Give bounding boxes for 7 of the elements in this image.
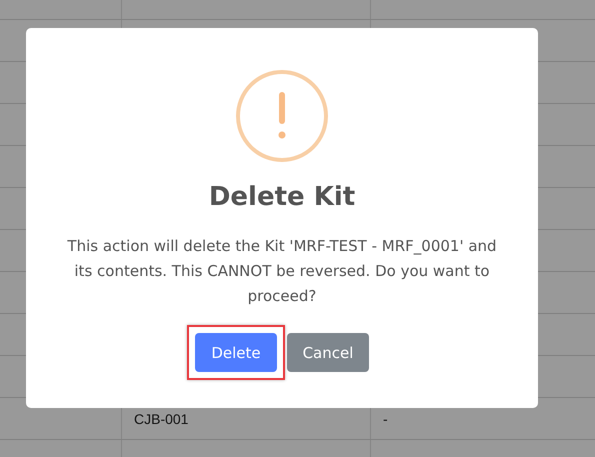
table-cell: - — [383, 410, 388, 426]
table-cell: CJB-001 — [134, 410, 188, 426]
exclamation-icon — [236, 70, 328, 162]
dialog-message: This action will delete the Kit 'MRF-TEST - MRF_0001' and its contents. This CANNOT be reversed. Do you want to proceed? — [66, 236, 498, 307]
cancel-button[interactable]: Cancel — [287, 333, 369, 372]
delete-button[interactable]: Delete — [195, 333, 277, 372]
dialog-title: Delete Kit — [208, 182, 356, 212]
